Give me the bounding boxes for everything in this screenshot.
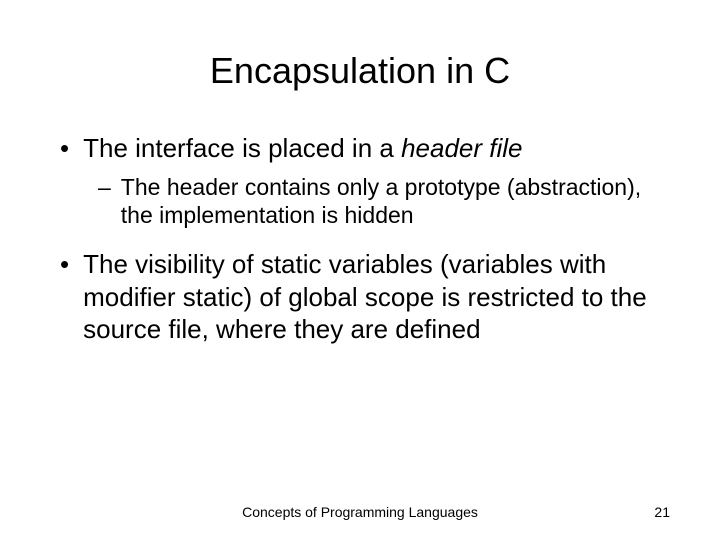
bullet-text: The interface is placed in a header file xyxy=(83,132,670,165)
bullet-marker: • xyxy=(60,132,69,165)
sub-bullet-item: – The header contains only a prototype (… xyxy=(98,173,670,231)
bullet-marker: • xyxy=(60,248,69,346)
slide-title: Encapsulation in C xyxy=(50,50,670,92)
footer-text: Concepts of Programming Languages xyxy=(50,504,670,520)
bullet-item: • The visibility of static variables (va… xyxy=(60,248,670,346)
sub-text: The header contains only a prototype (ab… xyxy=(121,173,670,231)
bullet-item: • The interface is placed in a header fi… xyxy=(60,132,670,165)
bullet-list: • The interface is placed in a header fi… xyxy=(50,132,670,346)
sub-marker: – xyxy=(98,173,111,231)
bullet-italic: header file xyxy=(401,133,522,163)
page-number: 21 xyxy=(654,504,670,520)
bullet-text: The visibility of static variables (vari… xyxy=(83,248,670,346)
bullet-prefix: The interface is placed in a xyxy=(83,133,401,163)
